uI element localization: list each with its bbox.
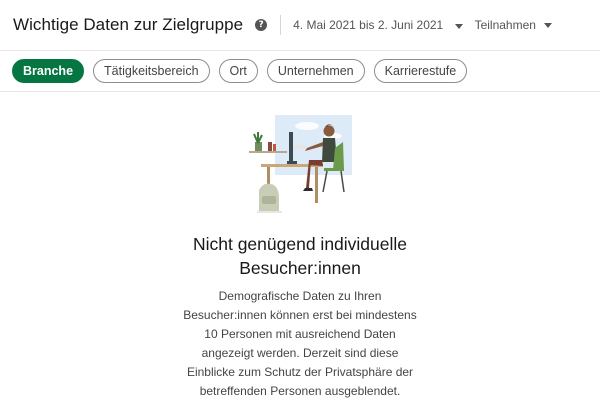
- filter-pill-ort[interactable]: Ort: [218, 59, 258, 83]
- person-at-desk-illustration: [249, 115, 352, 213]
- question-circle-icon[interactable]: ?: [255, 19, 268, 31]
- empty-state-desc-line: Besucher:innen können erst bei mindesten…: [183, 308, 417, 322]
- empty-state-desc-line: angezeigt werden. Derzeit sind diese: [201, 346, 399, 360]
- metric-select[interactable]: Teilnahmen: [475, 18, 552, 32]
- filter-pill-branche[interactable]: Branche: [12, 59, 85, 83]
- filter-pill-unternehmen[interactable]: Unternehmen: [266, 59, 365, 83]
- caret-down-icon: [454, 24, 463, 29]
- filter-pill-karrierestufe[interactable]: Karrierestufe: [373, 59, 468, 83]
- filter-pill-taetigkeitsbereich[interactable]: Tätigkeitsbereich: [93, 59, 210, 83]
- empty-state-desc-line: Demografische Daten zu Ihren: [218, 289, 382, 303]
- header: Wichtige Daten zur Zielgruppe ? 4. Mai 2…: [0, 0, 600, 50]
- metric-label: Teilnahmen: [474, 18, 536, 32]
- caret-down-icon: [543, 22, 552, 28]
- date-range-select[interactable]: 4. Mai 2021 bis 2. Juni 2021: [293, 18, 463, 32]
- divider: [280, 15, 282, 35]
- empty-state-title: Nicht genügend individuelle Besucher:inn…: [100, 232, 500, 280]
- empty-state-desc-line: betreffenden Personen ausgeblendet.: [199, 384, 401, 398]
- empty-state-desc-line: Einblicke zum Schutz der Privatsphäre de…: [186, 365, 414, 379]
- empty-state-title-line1: Nicht genügend individuelle: [192, 234, 408, 254]
- empty-state-title-line2: Besucher:innen: [239, 258, 361, 278]
- filter-pills: Branche Tätigkeitsbereich Ort Unternehme…: [0, 50, 600, 92]
- empty-state-description: Demografische Daten zu Ihren Besucher:in…: [150, 287, 450, 401]
- empty-state-desc-line: 10 Personen mit ausreichend Daten: [204, 327, 396, 341]
- date-range-label: 4. Mai 2021 bis 2. Juni 2021: [293, 18, 444, 32]
- page-title: Wichtige Daten zur Zielgruppe: [13, 15, 244, 34]
